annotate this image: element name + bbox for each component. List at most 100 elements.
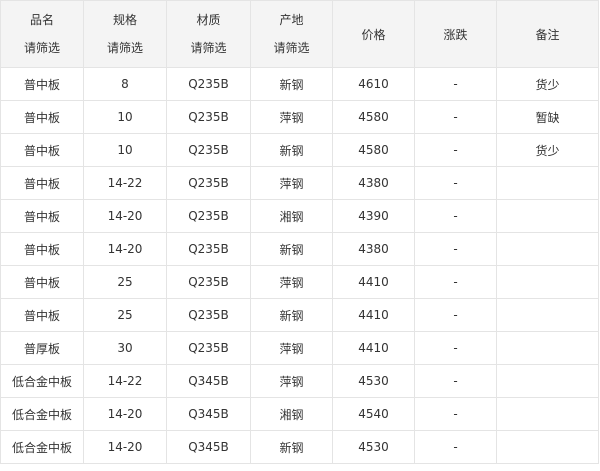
cell-material: Q235B [166,133,251,167]
cell-remark [496,397,599,431]
cell-material: Q235B [166,298,251,332]
cell-origin: 萍钢 [250,265,333,299]
cell-material: Q235B [166,100,251,134]
cell-spec: 10 [83,100,167,134]
cell-remark [496,199,599,233]
cell-spec: 14-20 [83,430,167,464]
table-row: 普中板 14-20 Q235B 湘钢 4390 - [0,199,599,233]
cell-name: 低合金中板 [0,364,84,398]
cell-price: 4390 [332,199,415,233]
cell-material: Q345B [166,397,251,431]
column-title-origin: 产地 [279,13,304,27]
column-header-change: 涨跌 [414,0,497,68]
column-header-remark: 备注 [496,0,599,68]
column-title-name: 品名 [29,13,54,27]
cell-change: - [414,166,497,200]
cell-remark [496,430,599,464]
cell-spec: 14-20 [83,232,167,266]
cell-price: 4410 [332,298,415,332]
cell-origin: 萍钢 [250,331,333,365]
price-table: 品名 请筛选 规格 请筛选 材质 请筛选 产地 请筛选 价格 涨跌 备注 普中板… [0,0,599,464]
column-header-material: 材质 请筛选 [166,0,251,68]
cell-price: 4410 [332,265,415,299]
cell-change: - [414,430,497,464]
cell-material: Q345B [166,364,251,398]
cell-material: Q235B [166,331,251,365]
table-row: 普中板 14-22 Q235B 萍钢 4380 - [0,166,599,200]
cell-material: Q235B [166,199,251,233]
cell-remark [496,331,599,365]
cell-price: 4530 [332,430,415,464]
cell-change: - [414,298,497,332]
cell-price: 4610 [332,67,415,101]
table-row: 普中板 8 Q235B 新钢 4610 - 货少 [0,67,599,101]
cell-name: 低合金中板 [0,397,84,431]
table-row: 普中板 25 Q235B 萍钢 4410 - [0,265,599,299]
cell-name: 普厚板 [0,331,84,365]
column-header-origin: 产地 请筛选 [250,0,333,68]
cell-remark [496,232,599,266]
cell-remark [496,298,599,332]
cell-origin: 新钢 [250,232,333,266]
cell-spec: 10 [83,133,167,167]
cell-price: 4530 [332,364,415,398]
column-title-material: 材质 [196,13,221,27]
cell-spec: 14-20 [83,397,167,431]
cell-origin-link[interactable]: 湘钢 [250,199,333,233]
table-row: 普中板 14-20 Q235B 新钢 4380 - [0,232,599,266]
column-header-spec: 规格 请筛选 [83,0,167,68]
cell-origin: 新钢 [250,298,333,332]
cell-name: 普中板 [0,67,84,101]
cell-name: 普中板 [0,298,84,332]
cell-change: - [414,199,497,233]
cell-material: Q235B [166,265,251,299]
cell-name: 普中板 [0,265,84,299]
cell-name: 普中板 [0,133,84,167]
cell-name: 普中板 [0,100,84,134]
cell-origin: 新钢 [250,430,333,464]
cell-origin: 萍钢 [250,166,333,200]
cell-name: 低合金中板 [0,430,84,464]
cell-origin-link[interactable]: 新钢 [250,67,333,101]
cell-change: - [414,133,497,167]
table-row: 低合金中板 14-22 Q345B 萍钢 4530 - [0,364,599,398]
cell-origin-link[interactable]: 萍钢 [250,100,333,134]
table-row: 普中板 10 Q235B 新钢 4580 - 货少 [0,133,599,167]
cell-remark [496,364,599,398]
cell-price: 4580 [332,133,415,167]
table-row: 低合金中板 14-20 Q345B 新钢 4530 - [0,430,599,464]
name-filter-link[interactable]: 请筛选 [2,41,83,55]
table-row: 普中板 10 Q235B 萍钢 4580 - 暂缺 [0,100,599,134]
table-header-row: 品名 请筛选 规格 请筛选 材质 请筛选 产地 请筛选 价格 涨跌 备注 [0,0,599,68]
cell-price: 4410 [332,331,415,365]
cell-change: - [414,232,497,266]
cell-spec: 8 [83,67,167,101]
cell-remark [496,265,599,299]
cell-spec: 25 [83,265,167,299]
cell-spec: 14-22 [83,166,167,200]
spec-filter-link[interactable]: 请筛选 [85,41,166,55]
cell-price: 4540 [332,397,415,431]
cell-remark [496,166,599,200]
cell-material: Q235B [166,232,251,266]
cell-name: 普中板 [0,232,84,266]
cell-price: 4380 [332,166,415,200]
cell-spec: 25 [83,298,167,332]
column-header-name: 品名 请筛选 [0,0,84,68]
cell-spec: 14-22 [83,364,167,398]
table-row: 低合金中板 14-20 Q345B 湘钢 4540 - [0,397,599,431]
cell-spec: 14-20 [83,199,167,233]
cell-remark: 货少 [496,133,599,167]
cell-name: 普中板 [0,166,84,200]
column-header-price: 价格 [332,0,415,68]
cell-material: Q235B [166,166,251,200]
cell-change: - [414,265,497,299]
cell-material: Q345B [166,430,251,464]
column-title-spec: 规格 [112,13,137,27]
cell-change: - [414,364,497,398]
cell-remark: 货少 [496,67,599,101]
origin-filter-link[interactable]: 请筛选 [252,41,332,55]
material-filter-link[interactable]: 请筛选 [168,41,250,55]
cell-origin: 新钢 [250,133,333,167]
cell-origin: 湘钢 [250,397,333,431]
